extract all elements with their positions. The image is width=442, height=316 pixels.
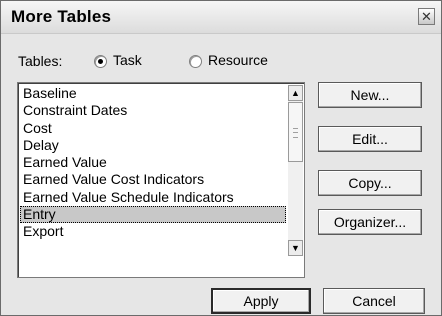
scroll-down-icon[interactable]: ▼: [288, 240, 303, 256]
apply-button[interactable]: Apply: [211, 288, 311, 314]
tables-label: Tables:: [18, 53, 63, 69]
list-item-cost[interactable]: Cost: [20, 120, 286, 137]
copy-button[interactable]: Copy...: [318, 170, 422, 196]
scroll-thumb[interactable]: [288, 102, 303, 162]
tables-listbox[interactable]: Baseline Constraint Dates Cost Delay Ear…: [17, 82, 305, 278]
radio-resource[interactable]: [189, 55, 202, 68]
tables-list: Baseline Constraint Dates Cost Delay Ear…: [20, 85, 286, 241]
title-bar[interactable]: More Tables ✕: [1, 1, 441, 34]
cancel-button[interactable]: Cancel: [323, 288, 425, 314]
list-item-earned-value-schedule-indicators[interactable]: Earned Value Schedule Indicators: [20, 189, 286, 206]
grip-icon: [293, 128, 298, 138]
scroll-up-icon[interactable]: ▲: [288, 85, 303, 101]
radio-task-label[interactable]: Task: [113, 52, 142, 68]
dialog-title: More Tables: [11, 7, 112, 26]
radio-task[interactable]: [94, 55, 107, 68]
list-item-earned-value[interactable]: Earned Value: [20, 154, 286, 171]
organizer-button[interactable]: Organizer...: [318, 209, 422, 235]
list-scrollbar[interactable]: ▲ ▼: [288, 85, 303, 256]
radio-resource-label[interactable]: Resource: [208, 52, 268, 68]
list-item-entry[interactable]: Entry: [20, 206, 286, 224]
more-tables-dialog: More Tables ✕ Tables: Task Resource Base…: [0, 0, 442, 316]
list-item-constraint-dates[interactable]: Constraint Dates: [20, 102, 286, 119]
list-item-earned-value-cost-indicators[interactable]: Earned Value Cost Indicators: [20, 171, 286, 188]
list-item-baseline[interactable]: Baseline: [20, 85, 286, 102]
list-item-delay[interactable]: Delay: [20, 137, 286, 154]
close-icon[interactable]: ✕: [418, 8, 435, 25]
edit-button[interactable]: Edit...: [318, 126, 422, 152]
list-item-export[interactable]: Export: [20, 223, 286, 240]
new-button[interactable]: New...: [318, 82, 422, 108]
